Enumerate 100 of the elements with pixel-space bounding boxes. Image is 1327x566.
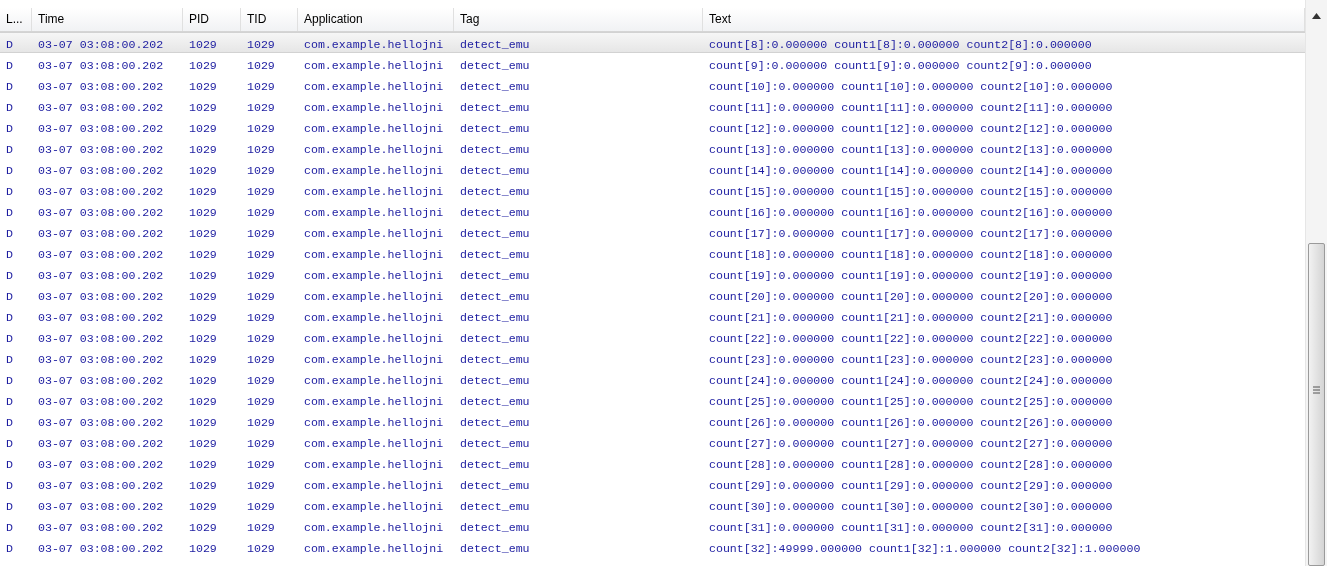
time-header[interactable]: Time [32, 8, 183, 31]
table-cell: 1029 [189, 436, 217, 450]
log-row[interactable]: D 03-07 03:08:00.202 1029 1029 com.example.hellojni detect_emu count[14]:0.000000 count1[14]:0.000000 count2[14]:0.000000 [0, 158, 1305, 179]
table-cell: detect_emu [460, 415, 530, 429]
table-cell: 03-07 03:08:00.202 [38, 226, 164, 240]
table-cell: detect_emu [460, 478, 530, 492]
log-row[interactable]: D 03-07 03:08:00.202 1029 1029 com.example.hellojni detect_emu count[24]:0.000000 count1[24]:0.000000 count2[24]:0.000000 [0, 368, 1305, 389]
log-row[interactable]: D 03-07 03:08:00.202 1029 1029 com.example.hellojni detect_emu count[17]:0.000000 count1[17]:0.000000 count2[17]:0.000000 [0, 221, 1305, 242]
table-cell: com.example.hellojni [304, 247, 444, 261]
application-header[interactable]: Application [298, 8, 454, 31]
table-cell: 1029 [247, 352, 275, 366]
log-row[interactable]: D 03-07 03:08:00.202 1029 1029 com.example.hellojni detect_emu count[13]:0.000000 count1[13]:0.000000 count2[13]:0.000000 [0, 137, 1305, 158]
table-cell: count[21]:0.000000 count1[21]:0.000000 count2[21]:0.000000 [709, 310, 1113, 324]
scrollbar[interactable] [1305, 0, 1327, 566]
table-cell: 1029 [247, 37, 275, 51]
table-cell: detect_emu [460, 394, 530, 408]
tid-header[interactable]: TID [241, 8, 298, 31]
table-cell: com.example.hellojni [304, 58, 444, 72]
log-row[interactable]: D 03-07 03:08:00.202 1029 1029 com.example.hellojni detect_emu count[10]:0.000000 count1[10]:0.000000 count2[10]:0.000000 [0, 74, 1305, 95]
table-cell: com.example.hellojni [304, 121, 444, 135]
log-row[interactable]: D 03-07 03:08:00.202 1029 1029 com.example.hellojni detect_emu count[32]:49999.000000 count1[32]:1.000000 count2[32]:1.000000 [0, 536, 1305, 557]
table-cell: 1029 [247, 268, 275, 282]
table-cell: count[10]:0.000000 count1[10]:0.000000 count2[10]:0.000000 [709, 79, 1113, 93]
log-row[interactable]: D 03-07 03:08:00.202 1029 1029 com.example.hellojni detect_emu count[18]:0.000000 count1[18]:0.000000 count2[18]:0.000000 [0, 242, 1305, 263]
table-cell: com.example.hellojni [304, 352, 444, 366]
table-cell: detect_emu [460, 268, 530, 282]
table-cell: count[29]:0.000000 count1[29]:0.000000 count2[29]:0.000000 [709, 478, 1113, 492]
table-cell: com.example.hellojni [304, 79, 444, 93]
log-row[interactable]: D 03-07 03:08:00.202 1029 1029 com.example.hellojni detect_emu count[28]:0.000000 count1[28]:0.000000 count2[28]:0.000000 [0, 452, 1305, 473]
table-cell: 1029 [247, 184, 275, 198]
table-cell: 1029 [189, 415, 217, 429]
table-cell: detect_emu [460, 79, 530, 93]
table-cell: D [6, 163, 13, 177]
table-cell: 03-07 03:08:00.202 [38, 37, 164, 51]
table-cell: D [6, 373, 13, 387]
table-cell: count[28]:0.000000 count1[28]:0.000000 count2[28]:0.000000 [709, 457, 1113, 471]
table-cell: 1029 [189, 100, 217, 114]
table-cell: D [6, 331, 13, 345]
log-row[interactable]: D 03-07 03:08:00.202 1029 1029 com.example.hellojni detect_emu count[16]:0.000000 count1[16]:0.000000 count2[16]:0.000000 [0, 200, 1305, 221]
table-cell: 03-07 03:08:00.202 [38, 541, 164, 555]
table-cell: 1029 [247, 394, 275, 408]
table-cell: detect_emu [460, 163, 530, 177]
log-row[interactable]: D 03-07 03:08:00.202 1029 1029 com.example.hellojni detect_emu count[30]:0.000000 count1[30]:0.000000 count2[30]:0.000000 [0, 494, 1305, 515]
table-cell: 03-07 03:08:00.202 [38, 478, 164, 492]
table-cell: 1029 [189, 478, 217, 492]
table-cell: com.example.hellojni [304, 331, 444, 345]
table-cell: 1029 [189, 142, 217, 156]
table-cell: 1029 [247, 247, 275, 261]
table-cell: 1029 [189, 79, 217, 93]
table-cell: 1029 [247, 457, 275, 471]
table-cell: com.example.hellojni [304, 310, 444, 324]
table-cell: count[18]:0.000000 count1[18]:0.000000 count2[18]:0.000000 [709, 247, 1113, 261]
scrollbar-thumb[interactable] [1308, 243, 1325, 566]
log-row[interactable]: D 03-07 03:08:00.202 1029 1029 com.example.hellojni detect_emu count[9]:0.000000 count1[9]:0.000000 count2[9]:0.000000 [0, 53, 1305, 74]
table-cell: com.example.hellojni [304, 37, 444, 51]
grip-icon [1313, 386, 1320, 394]
table-cell: D [6, 247, 13, 261]
log-row[interactable]: D 03-07 03:08:00.202 1029 1029 com.example.hellojni detect_emu count[8]:0.000000 count1[8]:0.000000 count2[8]:0.000000 [0, 32, 1305, 53]
log-row[interactable]: D 03-07 03:08:00.202 1029 1029 com.example.hellojni detect_emu count[29]:0.000000 count1[29]:0.000000 count2[29]:0.000000 [0, 473, 1305, 494]
table-cell: detect_emu [460, 331, 530, 345]
table-cell: 03-07 03:08:00.202 [38, 58, 164, 72]
log-row[interactable]: D 03-07 03:08:00.202 1029 1029 com.example.hellojni detect_emu count[31]:0.000000 count1[31]:0.000000 count2[31]:0.000000 [0, 515, 1305, 536]
pid-header[interactable]: PID [183, 8, 241, 31]
table-cell: 03-07 03:08:00.202 [38, 310, 164, 324]
log-row[interactable]: D 03-07 03:08:00.202 1029 1029 com.example.hellojni detect_emu count[19]:0.000000 count1[19]:0.000000 count2[19]:0.000000 [0, 263, 1305, 284]
table-cell: count[17]:0.000000 count1[17]:0.000000 count2[17]:0.000000 [709, 226, 1113, 240]
log-row[interactable]: D 03-07 03:08:00.202 1029 1029 com.example.hellojni detect_emu count[27]:0.000000 count1[27]:0.000000 count2[27]:0.000000 [0, 431, 1305, 452]
table-cell: 1029 [189, 163, 217, 177]
table-cell: 1029 [189, 289, 217, 303]
table-cell: 1029 [189, 394, 217, 408]
table-cell: 03-07 03:08:00.202 [38, 436, 164, 450]
log-row[interactable]: D 03-07 03:08:00.202 1029 1029 com.example.hellojni detect_emu count[22]:0.000000 count1[22]:0.000000 count2[22]:0.000000 [0, 326, 1305, 347]
table-cell: com.example.hellojni [304, 541, 444, 555]
log-row[interactable]: D 03-07 03:08:00.202 1029 1029 com.example.hellojni detect_emu count[20]:0.000000 count1[20]:0.000000 count2[20]:0.000000 [0, 284, 1305, 305]
log-row[interactable]: D 03-07 03:08:00.202 1029 1029 com.example.hellojni detect_emu count[26]:0.000000 count1[26]:0.000000 count2[26]:0.000000 [0, 410, 1305, 431]
table-cell: D [6, 457, 13, 471]
log-row[interactable]: D 03-07 03:08:00.202 1029 1029 com.example.hellojni detect_emu count[15]:0.000000 count1[15]:0.000000 count2[15]:0.000000 [0, 179, 1305, 200]
table-cell: count[26]:0.000000 count1[26]:0.000000 count2[26]:0.000000 [709, 415, 1113, 429]
scroll-up-icon[interactable] [1312, 13, 1321, 19]
table-cell: detect_emu [460, 247, 530, 261]
table-cell: 03-07 03:08:00.202 [38, 394, 164, 408]
table-cell: detect_emu [460, 373, 530, 387]
table-cell: count[15]:0.000000 count1[15]:0.000000 count2[15]:0.000000 [709, 184, 1113, 198]
table-cell: D [6, 58, 13, 72]
level-header[interactable]: L... [0, 8, 32, 31]
log-row[interactable]: D 03-07 03:08:00.202 1029 1029 com.example.hellojni detect_emu count[11]:0.000000 count1[11]:0.000000 count2[11]:0.000000 [0, 95, 1305, 116]
table-cell: detect_emu [460, 436, 530, 450]
table-cell: count[22]:0.000000 count1[22]:0.000000 count2[22]:0.000000 [709, 331, 1113, 345]
table-cell: 03-07 03:08:00.202 [38, 457, 164, 471]
table-cell: 03-07 03:08:00.202 [38, 520, 164, 534]
table-cell: D [6, 310, 13, 324]
log-row[interactable]: D 03-07 03:08:00.202 1029 1029 com.example.hellojni detect_emu count[23]:0.000000 count1[23]:0.000000 count2[23]:0.000000 [0, 347, 1305, 368]
log-row[interactable]: D 03-07 03:08:00.202 1029 1029 com.example.hellojni detect_emu count[21]:0.000000 count1[21]:0.000000 count2[21]:0.000000 [0, 305, 1305, 326]
table-cell: com.example.hellojni [304, 373, 444, 387]
tag-header[interactable]: Tag [454, 8, 703, 31]
log-row[interactable]: D 03-07 03:08:00.202 1029 1029 com.example.hellojni detect_emu count[25]:0.000000 count1[25]:0.000000 count2[25]:0.000000 [0, 389, 1305, 410]
log-row[interactable]: D 03-07 03:08:00.202 1029 1029 com.example.hellojni detect_emu count[12]:0.000000 count1[12]:0.000000 count2[12]:0.000000 [0, 116, 1305, 137]
table-cell: count[9]:0.000000 count1[9]:0.000000 count2[9]:0.000000 [709, 58, 1092, 72]
table-cell: D [6, 520, 13, 534]
table-cell: 1029 [247, 58, 275, 72]
